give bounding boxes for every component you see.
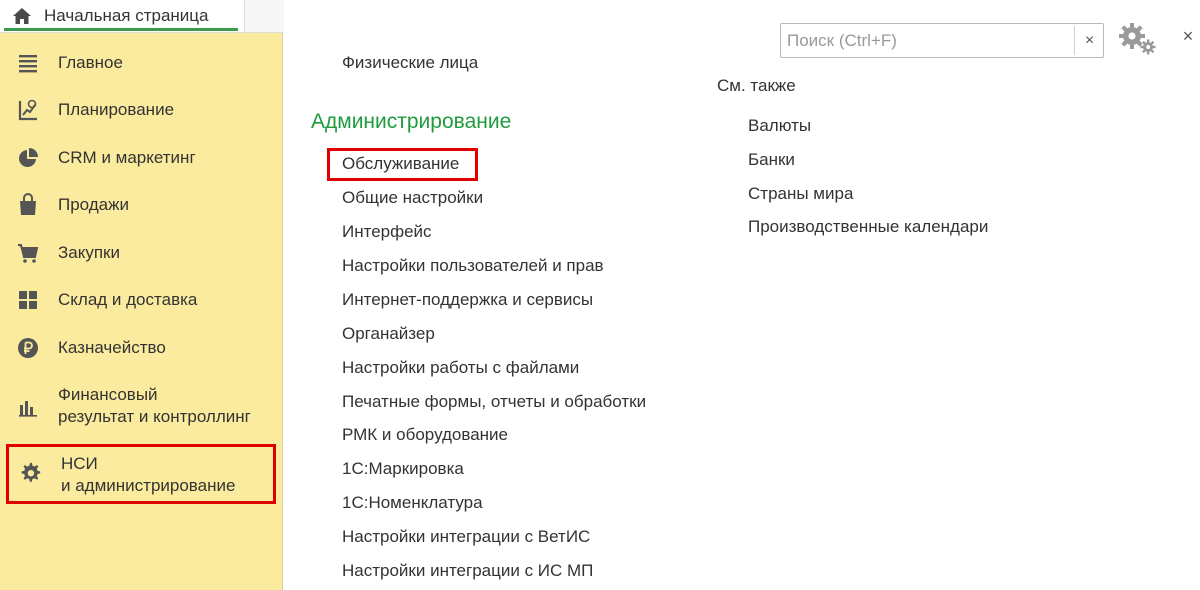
sidebar-item-label: НСИ <box>61 454 98 473</box>
admin-link-print-forms[interactable]: Печатные формы, отчеты и обработки <box>342 391 646 413</box>
see-also-title: См. также <box>717 76 796 95</box>
search-field[interactable]: × <box>780 23 1104 58</box>
pie-chart-icon <box>19 148 38 167</box>
admin-link-is-mp[interactable]: Настройки интеграции с ИС МП <box>342 560 593 582</box>
admin-link-maintenance[interactable]: Обслуживание <box>342 153 459 175</box>
sidebar-item-label: Планирование <box>58 100 175 119</box>
sidebar-item-label: результат и контроллинг <box>58 407 251 426</box>
clear-search-button[interactable]: × <box>1075 24 1104 57</box>
see-also-link-countries[interactable]: Страны мира <box>748 183 853 205</box>
gear-icon <box>21 462 41 482</box>
admin-link-interface[interactable]: Интерфейс <box>342 221 432 243</box>
sidebar-item-purchases[interactable]: Закупки <box>0 240 283 266</box>
admin-link-organizer[interactable]: Органайзер <box>342 323 435 345</box>
admin-link-files-settings[interactable]: Настройки работы с файлами <box>342 357 579 379</box>
ruble-coin-icon <box>18 338 38 358</box>
see-also-link-calendars[interactable]: Производственные календари <box>748 216 988 238</box>
close-button[interactable]: × <box>1178 26 1198 46</box>
sidebar-item-label: Финансовый <box>58 385 158 404</box>
menu-lines-icon <box>19 55 37 73</box>
sidebar-item-planning[interactable]: Планирование <box>0 97 283 123</box>
shopping-bag-icon <box>20 193 36 215</box>
tab-strip <box>244 0 284 33</box>
active-tab-indicator <box>4 28 238 31</box>
sidebar-item-main[interactable]: Главное <box>0 50 283 76</box>
admin-link-vetis[interactable]: Настройки интеграции с ВетИС <box>342 526 590 548</box>
admin-link-nomenclature[interactable]: 1С:Номенклатура <box>342 492 483 514</box>
admin-link-pos-equipment[interactable]: РМК и оборудование <box>342 424 508 446</box>
sidebar-item-label: CRM и маркетинг <box>58 148 196 167</box>
settings-gear-icon[interactable] <box>1118 22 1158 56</box>
sidebar-item-label: Закупки <box>58 243 120 262</box>
sidebar-item-label: Казначейство <box>58 338 166 357</box>
tab-home-label: Начальная страница <box>44 6 209 25</box>
admin-link-users-rights[interactable]: Настройки пользователей и прав <box>342 255 604 277</box>
sidebar-item-label: и администрирование <box>61 476 236 495</box>
home-icon <box>13 8 31 24</box>
planning-icon <box>18 99 37 121</box>
admin-link-internet-support[interactable]: Интернет-поддержка и сервисы <box>342 289 593 311</box>
cart-icon <box>18 244 39 263</box>
link-individuals[interactable]: Физические лица <box>342 52 478 74</box>
admin-link-marking[interactable]: 1С:Маркировка <box>342 458 464 480</box>
sidebar-item-nsi-admin[interactable]: НСИ и администрирование <box>6 444 276 504</box>
sidebar-item-sales[interactable]: Продажи <box>0 192 283 218</box>
see-also-link-banks[interactable]: Банки <box>748 149 795 171</box>
sidebar-item-finance[interactable]: Финансовый результат и контроллинг <box>0 383 283 429</box>
tab-home[interactable]: Начальная страница <box>0 0 244 33</box>
sidebar-item-treasury[interactable]: Казначейство <box>0 335 283 361</box>
sidebar-item-crm[interactable]: CRM и маркетинг <box>0 145 283 171</box>
bar-chart-icon <box>19 401 37 417</box>
see-also-link-currencies[interactable]: Валюты <box>748 115 811 137</box>
warehouse-icon <box>19 291 37 309</box>
sidebar-item-warehouse[interactable]: Склад и доставка <box>0 287 283 313</box>
search-input[interactable] <box>781 24 1073 57</box>
sidebar-item-label: Склад и доставка <box>58 290 198 309</box>
sidebar-item-label: Продажи <box>58 195 129 214</box>
section-title-administration: Администрирование <box>311 110 512 133</box>
sidebar-item-label: Главное <box>58 53 123 72</box>
admin-link-general-settings[interactable]: Общие настройки <box>342 187 483 209</box>
sidebar: Главное Планирование CRM и маркетинг Про… <box>0 33 283 590</box>
